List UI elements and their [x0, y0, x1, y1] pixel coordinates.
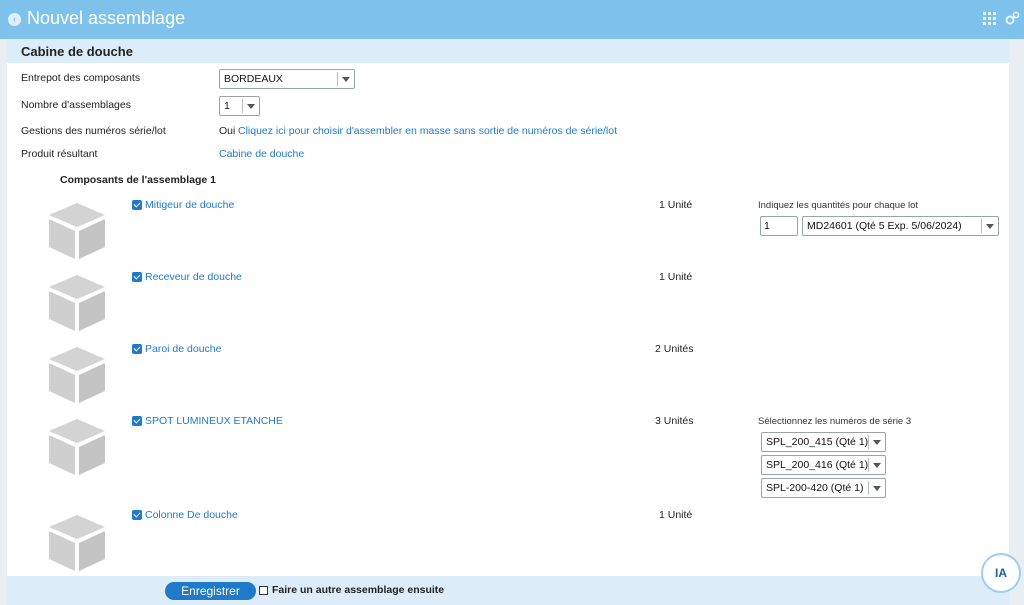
serial-select[interactable]: SPL-200-420 (Qté 1)	[761, 478, 886, 498]
component-name[interactable]: Receveur de douche	[145, 271, 242, 283]
product-label: Produit résultant	[21, 148, 98, 160]
chevron-down-icon	[868, 435, 885, 449]
another-assembly-label: Faire un autre assemblage ensuite	[272, 584, 445, 596]
count-label: Nombre d'assemblages	[21, 99, 131, 111]
product-box-icon	[49, 203, 105, 259]
component-qty: 1 Unité	[659, 271, 693, 283]
chevron-down-icon	[337, 72, 354, 86]
component-qty: 2 Unités	[655, 343, 694, 355]
component-qty: 3 Unités	[655, 415, 694, 427]
serial-value: SPL-200-420 (Qté 1)	[766, 482, 864, 494]
component-checkbox[interactable]	[132, 416, 142, 426]
top-bar: ‹ Nouvel assemblage	[0, 0, 1024, 39]
product-link[interactable]: Cabine de douche	[219, 148, 304, 160]
component-checkbox[interactable]	[132, 272, 142, 282]
save-button[interactable]: Enregistrer	[165, 582, 256, 600]
component-name[interactable]: SPOT LUMINEUX ETANCHE	[145, 415, 283, 427]
product-box-icon	[49, 275, 105, 331]
gears-icon[interactable]	[1005, 11, 1020, 26]
product-box-icon	[49, 419, 105, 475]
page-title: Nouvel assemblage	[27, 8, 186, 28]
component-checkbox[interactable]	[132, 200, 142, 210]
components-title: Composants de l'assemblage 1	[60, 174, 216, 186]
component-name[interactable]: Mitigeur de douche	[145, 199, 234, 211]
chevron-down-icon	[868, 481, 885, 495]
grid-icon[interactable]	[983, 12, 996, 25]
another-assembly-checkbox[interactable]	[259, 586, 268, 595]
lot-label: Indiquez les quantités pour chaque lot	[758, 200, 919, 211]
product-box-icon	[49, 347, 105, 403]
chevron-down-icon	[868, 458, 885, 472]
chevron-down-icon	[981, 219, 998, 233]
warehouse-select[interactable]: BORDEAUX	[219, 69, 355, 89]
lot-value: MD24601 (Qté 5 Exp. 5/06/2024)	[807, 220, 962, 232]
count-select[interactable]: 1	[219, 96, 260, 116]
serial-select[interactable]: SPL_200_415 (Qté 1)	[761, 432, 886, 452]
ia-assistant-button[interactable]: IA	[981, 553, 1021, 593]
section-title: Cabine de douche	[21, 44, 133, 59]
product-box-icon	[49, 515, 105, 571]
serial-select-label: Sélectionnez les numéros de série 3	[758, 416, 912, 427]
component-name[interactable]: Paroi de douche	[145, 343, 221, 355]
back-arrow-icon[interactable]: ‹	[8, 13, 21, 26]
serial-value: SPL_200_416 (Qté 1)	[766, 459, 869, 471]
component-name[interactable]: Colonne De douche	[145, 509, 238, 521]
warehouse-label: Entrepot des composants	[21, 72, 141, 84]
serial-value: Oui	[219, 125, 236, 137]
component-checkbox[interactable]	[132, 344, 142, 354]
count-value: 1	[224, 100, 230, 112]
component-checkbox[interactable]	[132, 510, 142, 520]
footer-bar: Enregistrer Faire un autre assemblage en…	[7, 576, 1009, 605]
component-qty: 1 Unité	[659, 199, 693, 211]
warehouse-value: BORDEAUX	[224, 73, 283, 85]
serial-value: SPL_200_415 (Qté 1)	[766, 436, 869, 448]
lot-select[interactable]: MD24601 (Qté 5 Exp. 5/06/2024)	[802, 216, 999, 236]
section-header: Cabine de douche	[7, 39, 1009, 63]
chevron-down-icon	[242, 99, 259, 113]
serial-label: Gestions des numéros série/lot	[21, 125, 166, 137]
component-qty: 1 Unité	[659, 509, 693, 521]
main-panel: Cabine de douche Entrepot des composants…	[7, 39, 1009, 605]
lot-qty-input[interactable]	[760, 216, 798, 236]
serial-mass-link[interactable]: Cliquez ici pour choisir d'assembler en …	[238, 125, 617, 137]
serial-select[interactable]: SPL_200_416 (Qté 1)	[761, 455, 886, 475]
